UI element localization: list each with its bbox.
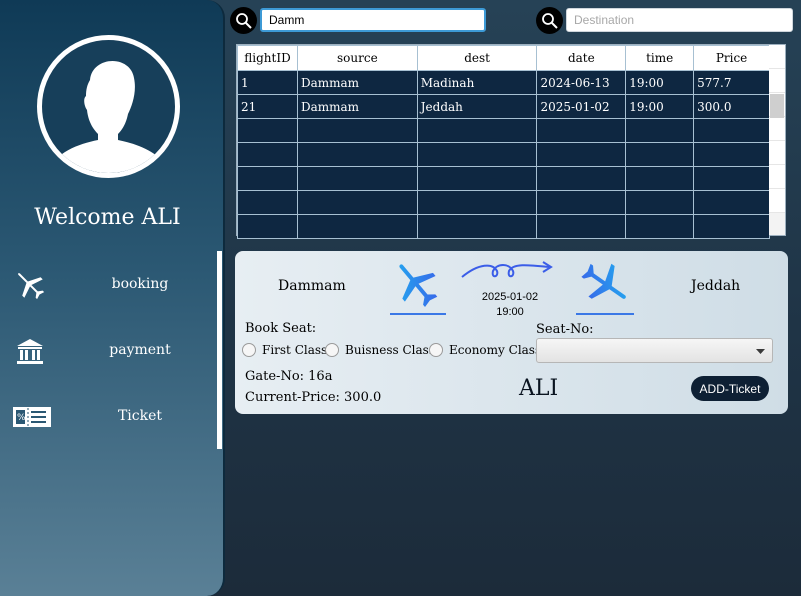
empty-row [237, 214, 770, 239]
table-cell: 300.0 [693, 94, 770, 119]
seat-no-label: Seat-No: [536, 322, 594, 337]
nav-payment[interactable]: payment [0, 317, 222, 383]
table-cell: 2024-06-13 [536, 70, 627, 95]
nav-payment-indicator [217, 317, 222, 383]
radio-business-class-label: Buisness Class [345, 343, 435, 357]
column-header[interactable]: date [536, 45, 627, 71]
table-cell: 577.7 [693, 70, 770, 95]
nav-ticket-label: Ticket [117, 408, 163, 424]
column-header[interactable]: flightID [237, 45, 298, 71]
radio-business-class[interactable]: Buisness Class [325, 343, 435, 357]
ticket-card: Dammam 2025-01-02 19:00 Jeddah Book Seat… [235, 251, 788, 414]
add-ticket-button[interactable]: ADD-Ticket [691, 376, 769, 401]
ticket-icon: % [13, 407, 51, 427]
empty-row [237, 190, 770, 215]
nav-booking-label: booking [111, 276, 169, 292]
scrollbar-thumb[interactable] [770, 94, 784, 118]
empty-row [237, 166, 770, 191]
nav-ticket[interactable]: % Ticket [0, 383, 222, 449]
column-header[interactable]: source [296, 45, 418, 71]
table-row[interactable]: 1 Dammam Madinah 2024-06-13 19:00 577.7 [237, 70, 770, 95]
table-cell: 1 [237, 70, 298, 95]
svg-text:%: % [17, 413, 26, 423]
radio-first-class[interactable]: First Class [242, 343, 327, 357]
route-date: 2025-01-02 [481, 291, 539, 303]
empty-row [237, 142, 770, 167]
passenger-name: ALI [519, 376, 559, 401]
table-cell: Dammam [296, 94, 418, 119]
gate-number: Gate-No: 16a [245, 369, 333, 384]
bank-icon [17, 339, 43, 364]
radio-circle[interactable] [242, 343, 256, 357]
ticket-source: Dammam [278, 278, 346, 294]
user-avatar [37, 35, 180, 178]
radio-first-class-label: First Class [262, 343, 328, 357]
table-cell: Madinah [416, 70, 538, 95]
nav-booking[interactable]: booking [0, 251, 222, 317]
table-cell: 19:00 [625, 94, 695, 119]
table-header-row: flightID source dest date time Price [237, 45, 770, 71]
radio-circle[interactable] [325, 343, 339, 357]
flights-grid: flightID source dest date time Price 1 D… [237, 45, 770, 239]
table-row[interactable]: 21 Dammam Jeddah 2025-01-02 19:00 300.0 [237, 94, 770, 119]
flights-table: flightID source dest date time Price 1 D… [236, 44, 786, 239]
radio-economy-class-label: Economy Class [449, 343, 542, 357]
table-cell: 21 [237, 94, 298, 119]
nav-payment-label: payment [109, 342, 171, 358]
empty-row [237, 118, 770, 143]
table-cell: 2025-01-02 [536, 94, 627, 119]
search-icon [541, 12, 558, 29]
column-header[interactable]: dest [416, 45, 538, 71]
sidebar: Welcome ALI booking payment % Ticket [0, 0, 225, 596]
nav-ticket-indicator [217, 383, 222, 449]
ticket-destination: Jeddah [691, 278, 741, 294]
search-destination-button[interactable] [536, 7, 563, 34]
column-header[interactable]: Price [693, 45, 770, 71]
landing-plane-icon [576, 263, 634, 315]
airplane-icon [18, 273, 45, 300]
seat-no-dropdown[interactable] [536, 338, 773, 363]
search-icon [235, 12, 252, 29]
route-arrow-icon [461, 261, 553, 278]
takeoff-plane-icon [390, 264, 446, 315]
radio-circle[interactable] [429, 343, 443, 357]
book-seat-label: Book Seat: [245, 321, 317, 336]
table-scrollbar[interactable] [769, 45, 785, 235]
nav-booking-indicator [217, 251, 222, 317]
column-header[interactable]: time [625, 45, 695, 71]
destination-search-input[interactable] [566, 8, 793, 32]
user-silhouette-icon [46, 60, 172, 173]
radio-economy-class[interactable]: Economy Class [429, 343, 541, 357]
table-cell: 19:00 [625, 70, 695, 95]
table-cell: Dammam [296, 70, 418, 95]
source-search-input[interactable] [260, 8, 486, 32]
current-price: Current-Price: 300.0 [245, 390, 382, 405]
chevron-down-icon [756, 349, 765, 354]
welcome-text: Welcome ALI [34, 205, 181, 230]
search-source-button[interactable] [230, 7, 257, 34]
table-cell: Jeddah [416, 94, 538, 119]
route-time: 19:00 [496, 306, 524, 318]
